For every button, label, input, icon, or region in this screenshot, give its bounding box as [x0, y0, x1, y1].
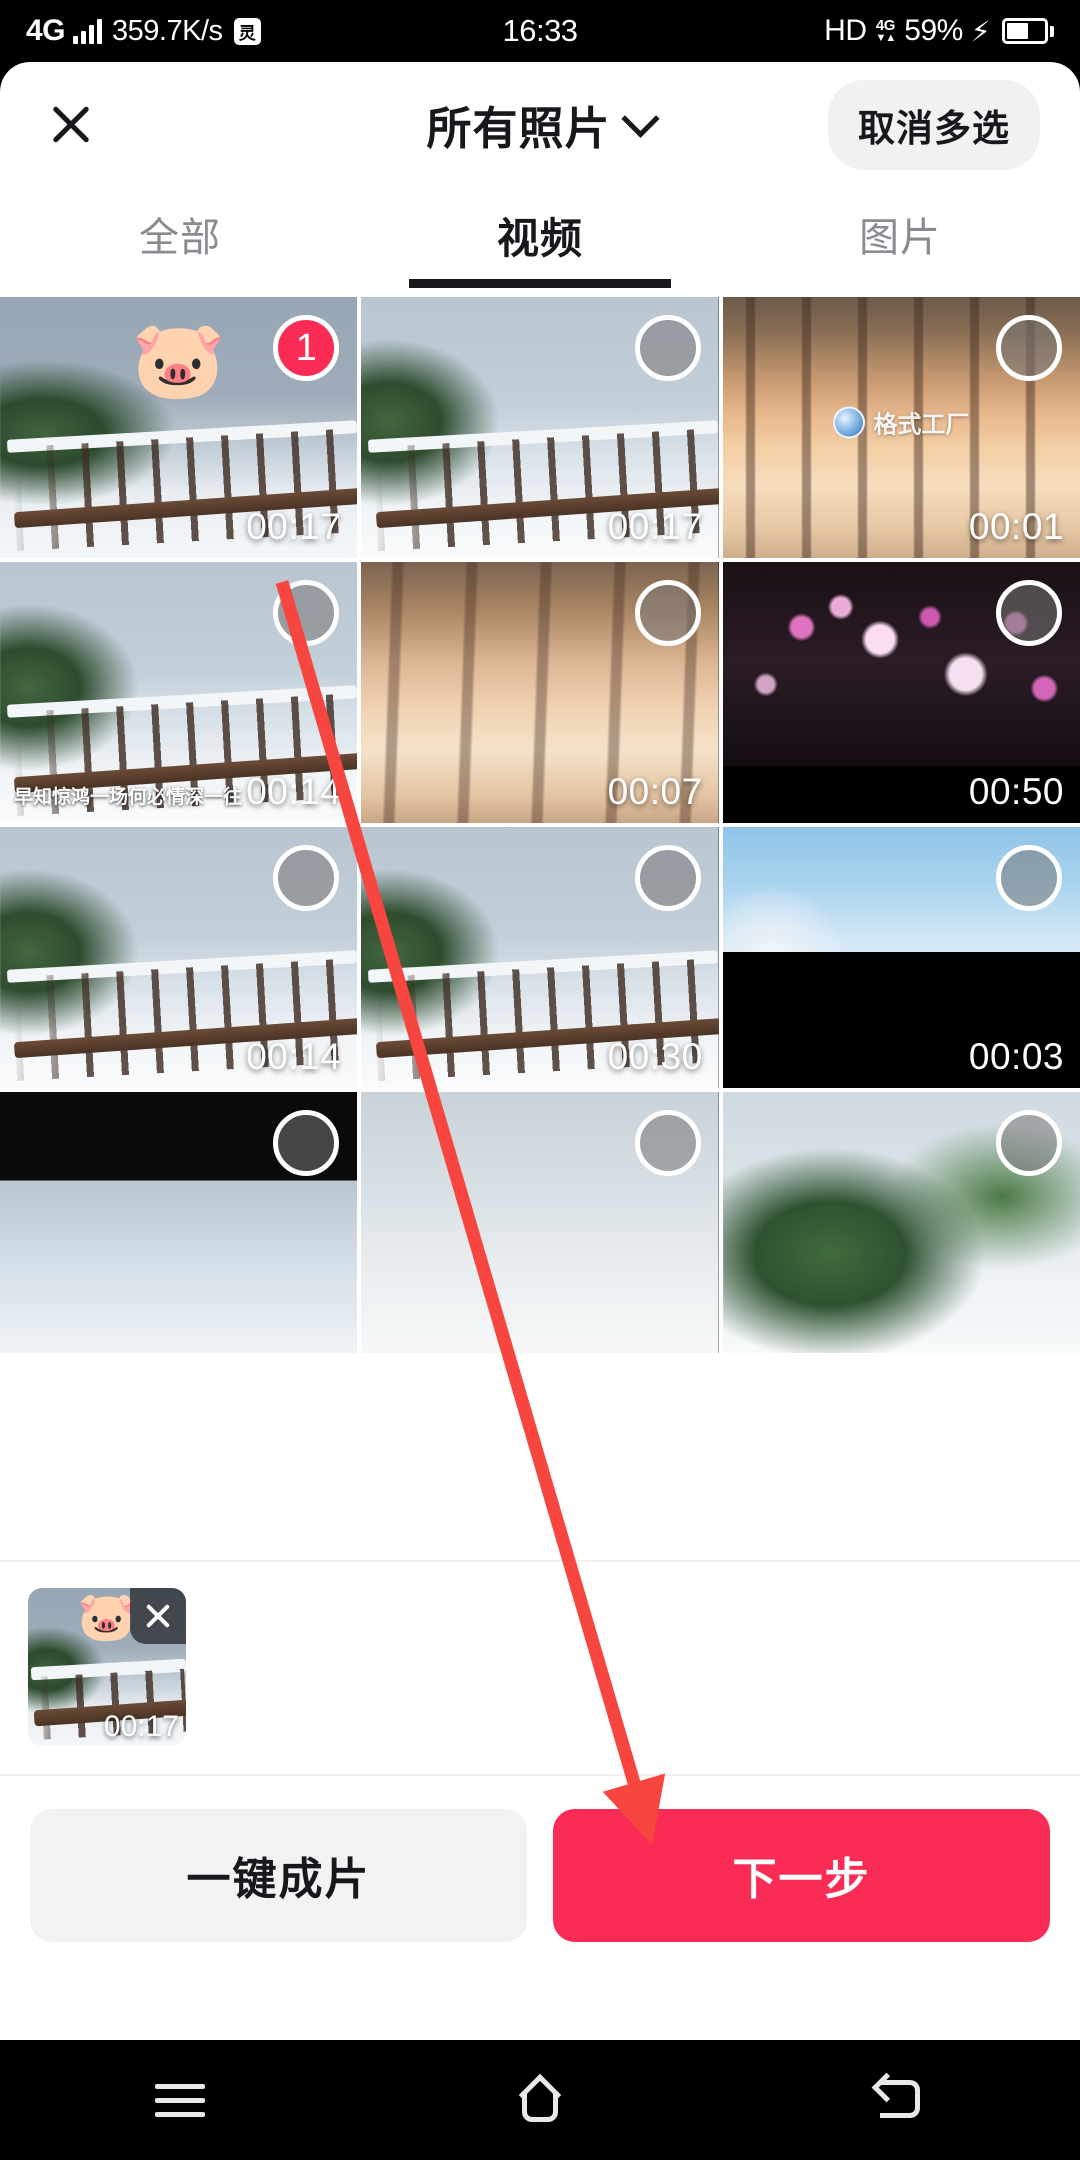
selected-clip-duration: 00:17 [103, 1710, 179, 1743]
media-grid-item[interactable]: 格式工厂 00:01 [722, 297, 1080, 558]
remove-clip-button[interactable] [130, 1588, 186, 1644]
video-duration-label: 00:01 [968, 506, 1064, 547]
video-duration-label: 00:03 [968, 1036, 1064, 1077]
nav-back-button[interactable] [720, 2040, 1080, 2160]
android-nav-bar [0, 2040, 1080, 2160]
selection-circle[interactable] [996, 845, 1062, 911]
selection-circle[interactable] [996, 1110, 1062, 1176]
media-picker-sheet: 所有照片 取消多选 全部 视频 图片 🐷 1 00:17 00:17 格式工厂 00:01… [0, 62, 1080, 2042]
pig-sticker-icon: 🐷 [131, 318, 226, 403]
video-watermark: 格式工厂 [833, 405, 969, 440]
selection-circle[interactable] [996, 315, 1062, 381]
picker-header: 所有照片 取消多选 [0, 62, 1080, 187]
pig-sticker-icon: 🐷 [77, 1591, 137, 1644]
video-duration-label: 00:07 [607, 771, 703, 812]
tab-images-label: 图片 [859, 216, 941, 260]
ime-badge-icon: 灵 [233, 17, 261, 45]
selection-circle[interactable] [634, 1110, 701, 1176]
media-grid-item[interactable] [722, 1092, 1080, 1353]
media-grid-item[interactable] [361, 1092, 719, 1353]
tab-video-label: 视频 [496, 215, 583, 262]
menu-icon [155, 2075, 205, 2126]
selection-circle[interactable] [634, 845, 701, 911]
battery-percent-label: 59% [904, 14, 963, 47]
close-icon[interactable] [40, 94, 102, 156]
selection-circle[interactable] [273, 580, 340, 646]
media-type-tabs: 全部 视频 图片 [0, 187, 1080, 297]
network-speed-label: 359.7K/s [112, 14, 223, 47]
status-bar-left: 4G 359.7K/s 灵 [26, 14, 502, 48]
media-grid-item[interactable]: 早知惊鸿一场何必情深一往 00:14 [0, 562, 358, 823]
home-icon [516, 2076, 564, 2124]
video-duration-label: 00:14 [246, 771, 342, 812]
status-bar-clock: 16:33 [502, 13, 578, 48]
hd-call-label: HD [824, 14, 867, 47]
page-title: 所有照片 [426, 103, 611, 154]
media-grid: 🐷 1 00:17 00:17 格式工厂 00:01 早知惊鸿一场何必情深一往 00:14 00… [0, 297, 1080, 1353]
media-grid-item[interactable]: 00:17 [361, 297, 719, 558]
status-bar-right: HD 4G ▼▲ 59% ⚡ [578, 14, 1055, 48]
tab-video[interactable]: 视频 [360, 205, 720, 288]
burned-in-subtitle: 早知惊鸿一场何必情深一往 [14, 787, 243, 808]
media-grid-item[interactable]: 00:14 [0, 827, 358, 1088]
tab-images[interactable]: 图片 [720, 205, 1080, 285]
media-grid-item[interactable]: 00:50 [722, 562, 1080, 823]
charging-bolt-icon: ⚡ [970, 15, 991, 47]
watermark-label: 格式工厂 [873, 411, 970, 439]
chevron-down-icon[interactable] [620, 99, 660, 138]
video-duration-label: 00:17 [246, 506, 342, 547]
back-icon [874, 2076, 926, 2124]
tab-all-label: 全部 [139, 216, 221, 260]
selection-circle[interactable] [634, 580, 701, 646]
selected-clips-tray: 🐷 00:17 [0, 1560, 1080, 1772]
next-step-button[interactable]: 下一步 [553, 1808, 1050, 1942]
media-grid-item[interactable] [0, 1092, 358, 1353]
data-network-icon: 4G ▼▲ [875, 17, 897, 44]
selection-circle[interactable] [996, 580, 1062, 646]
video-duration-label: 00:14 [246, 1036, 342, 1077]
nav-home-button[interactable] [360, 2040, 720, 2160]
media-grid-item[interactable]: 🐷 1 00:17 [0, 297, 358, 558]
media-grid-item[interactable]: 00:30 [361, 827, 719, 1088]
selection-circle[interactable] [273, 1110, 340, 1176]
one-click-film-button[interactable]: 一键成片 [30, 1808, 527, 1942]
selection-circle[interactable] [273, 845, 340, 911]
selection-badge-selected[interactable]: 1 [273, 315, 340, 381]
media-grid-item[interactable]: 00:07 [361, 562, 719, 823]
status-bar: 4G 359.7K/s 灵 16:33 HD 4G ▼▲ 59% ⚡ [0, 0, 1080, 62]
media-grid-item[interactable]: 00:03 [722, 827, 1080, 1088]
tab-all[interactable]: 全部 [0, 205, 360, 285]
video-duration-label: 00:30 [607, 1036, 703, 1077]
tab-video-underline [409, 279, 671, 288]
network-type-label: 4G [26, 14, 66, 47]
nav-recent-apps-button[interactable] [0, 2040, 360, 2160]
video-duration-label: 00:17 [607, 506, 703, 547]
globe-icon [833, 406, 866, 439]
cancel-multiselect-button[interactable]: 取消多选 [828, 79, 1040, 170]
selection-circle[interactable] [634, 315, 701, 381]
battery-icon [1002, 18, 1055, 44]
signal-strength-icon [73, 18, 103, 44]
video-duration-label: 00:50 [968, 771, 1064, 812]
selected-clip[interactable]: 🐷 00:17 [28, 1588, 186, 1746]
action-bar: 一键成片 下一步 [0, 1774, 1080, 1974]
